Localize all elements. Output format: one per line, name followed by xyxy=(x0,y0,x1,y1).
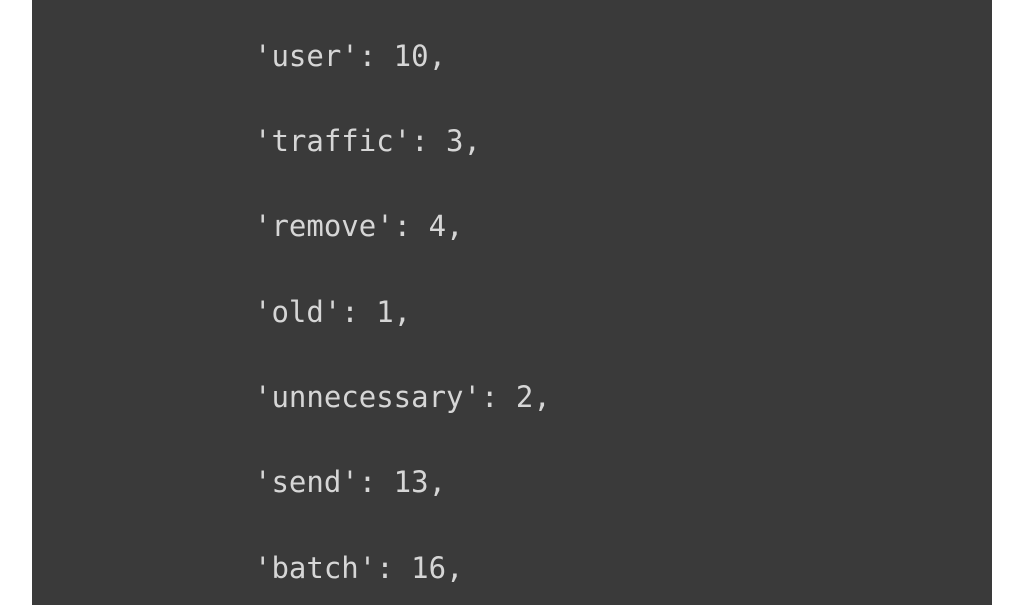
code-line: 'remove': 4, xyxy=(254,205,992,248)
code-line: 'batch': 16, xyxy=(254,547,992,590)
code-line: 'traffic': 3, xyxy=(254,120,992,163)
terminal-output: 'user': 10, 'traffic': 3, 'remove': 4, '… xyxy=(32,0,992,605)
code-line: 'old': 1, xyxy=(254,291,992,334)
code-line: 'unnecessary': 2, xyxy=(254,376,992,419)
code-line: 'user': 10, xyxy=(254,35,992,78)
code-line: 'send': 13, xyxy=(254,461,992,504)
